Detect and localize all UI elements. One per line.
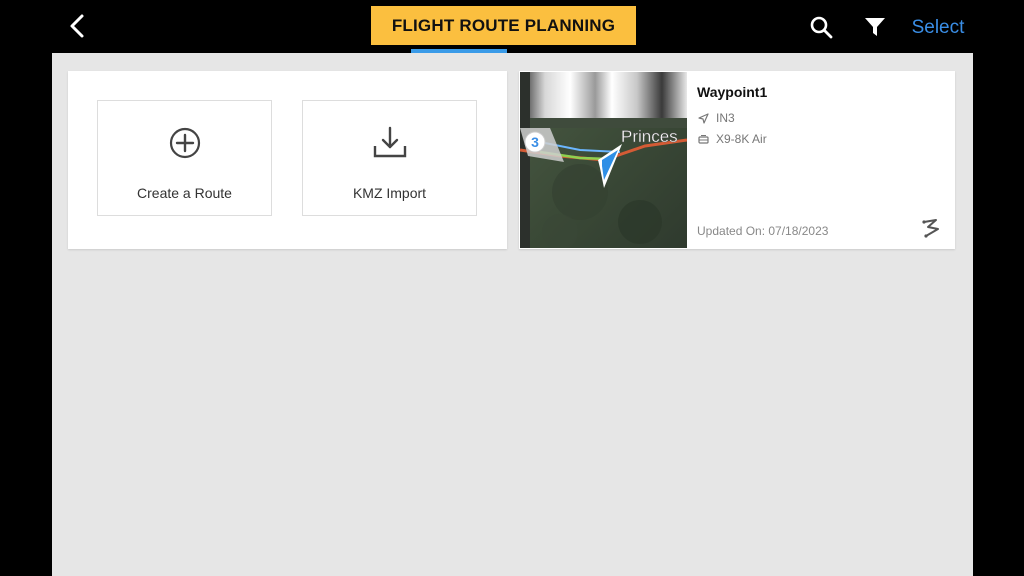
select-button[interactable]: Select xyxy=(906,14,970,42)
route-list-panel: Create a Route KMZ Import 3 Princes Wayp… xyxy=(52,53,973,576)
map-place-label: Princes xyxy=(621,127,678,146)
filter-button[interactable] xyxy=(860,12,890,42)
route-type-indicator xyxy=(919,216,943,240)
back-arrow-icon xyxy=(70,14,84,38)
kmz-import-label: KMZ Import xyxy=(352,185,427,201)
drone-icon xyxy=(697,134,709,144)
kmz-import-button[interactable]: KMZ Import xyxy=(302,100,477,216)
download-icon xyxy=(373,126,406,158)
create-route-label: Create a Route xyxy=(137,185,232,201)
plus-circle-icon xyxy=(169,127,200,159)
app-screen: FLIGHT ROUTE PLANNING Select Create a Ro… xyxy=(0,0,1024,576)
route-card[interactable]: 3 Princes Waypoint1 IN3 X9-8K Air Update… xyxy=(519,71,955,249)
back-button[interactable] xyxy=(62,10,92,42)
waypoint-number: 3 xyxy=(531,134,539,150)
route-mission-value: IN3 xyxy=(716,111,735,125)
navigation-icon xyxy=(697,112,709,124)
filter-icon xyxy=(865,18,885,36)
search-button[interactable] xyxy=(806,12,836,42)
page-title: FLIGHT ROUTE PLANNING xyxy=(371,6,636,45)
route-map-thumbnail: 3 Princes xyxy=(520,72,687,248)
waypoint-route-icon xyxy=(922,219,939,238)
route-aircraft-value: X9-8K Air xyxy=(716,132,767,146)
top-bar: FLIGHT ROUTE PLANNING Select xyxy=(0,0,1024,53)
create-route-button[interactable]: Create a Route xyxy=(97,100,272,216)
search-icon xyxy=(810,16,833,39)
route-aircraft-row: X9-8K Air xyxy=(697,131,767,147)
route-actions-card: Create a Route KMZ Import xyxy=(68,71,507,249)
map-thumbnail-graphic: 3 Princes xyxy=(520,72,687,248)
route-name: Waypoint1 xyxy=(697,84,768,100)
route-updated-date: Updated On: 07/18/2023 xyxy=(697,224,829,238)
route-mission-row: IN3 xyxy=(697,110,735,126)
